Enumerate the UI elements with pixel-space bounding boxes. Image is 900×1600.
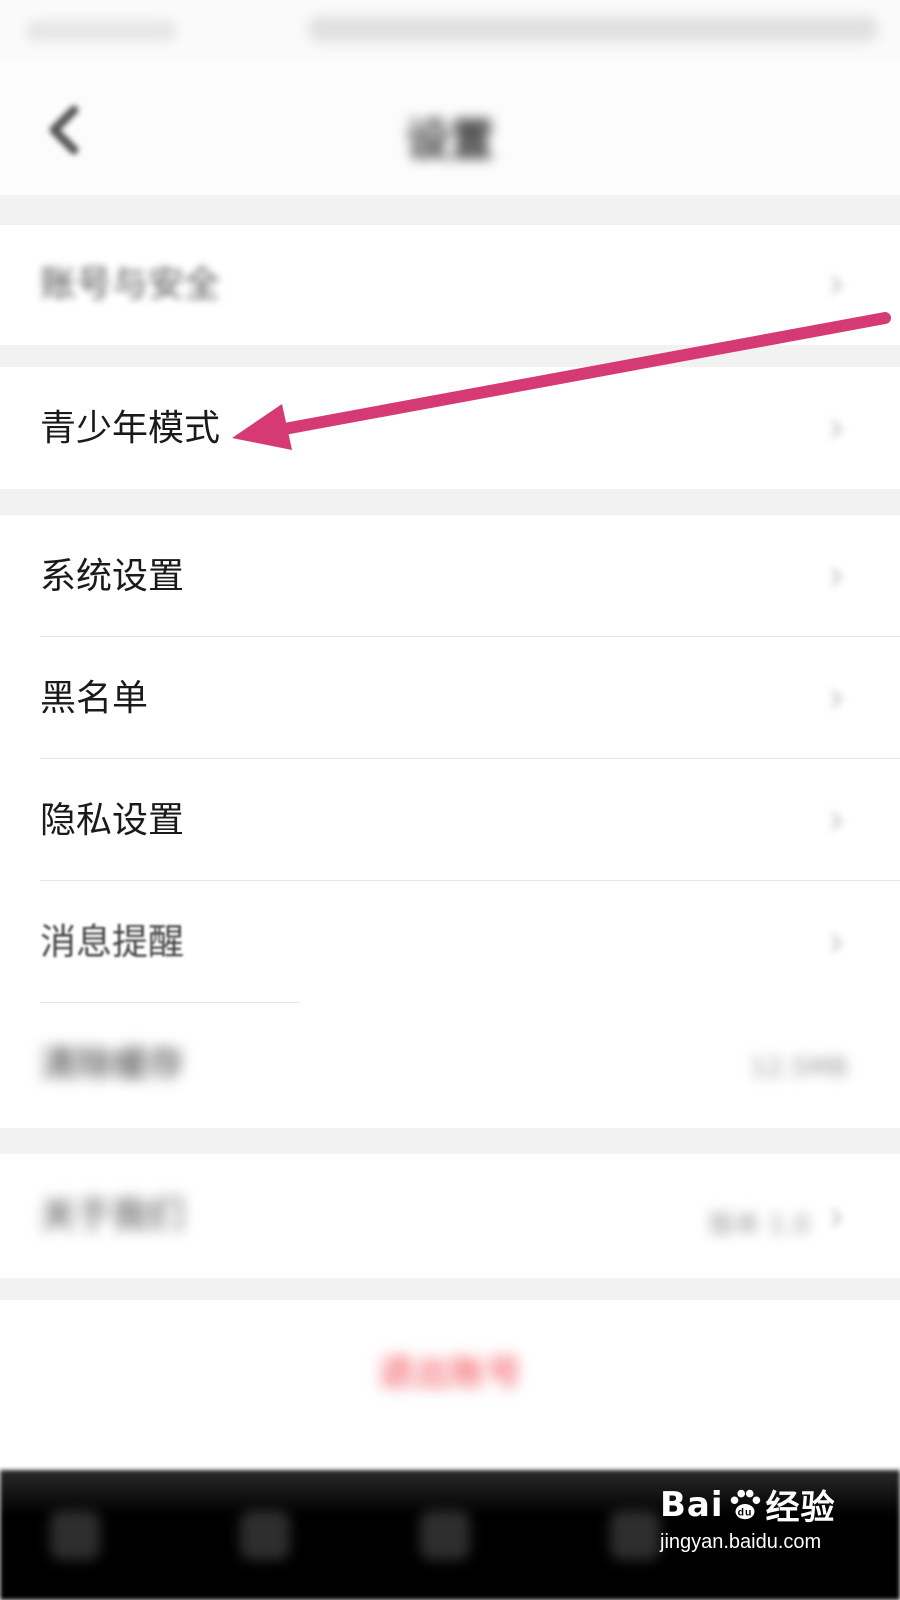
baidu-jingyan-watermark: Bai du 经验 jingyan.baidu.com [660, 1480, 850, 1554]
section-gap [0, 195, 900, 225]
settings-item-label: 青少年模式 [40, 408, 221, 449]
logout-button[interactable]: 退出账号 [0, 1344, 900, 1396]
chevron-right-icon [824, 687, 848, 711]
section-gap [0, 345, 900, 367]
nav-discover-icon[interactable] [240, 1510, 290, 1560]
settings-item-account-security[interactable]: 账号与安全 [0, 225, 900, 345]
settings-item-about-us[interactable]: 关于我们 版本 1.0 [0, 1154, 900, 1278]
chevron-right-icon [824, 809, 848, 833]
settings-item-blacklist[interactable]: 黑名单 [0, 637, 900, 759]
settings-item-privacy-settings[interactable]: 隐私设置 [0, 759, 900, 881]
nav-home-icon[interactable] [50, 1510, 100, 1560]
settings-item-label: 关于我们 [40, 1195, 185, 1236]
watermark-logo: Bai du 经验 [660, 1480, 850, 1529]
status-carrier-text [26, 20, 176, 42]
settings-item-system-settings[interactable]: 系统设置 [0, 515, 900, 637]
logout-area: 退出账号 [0, 1300, 900, 1470]
settings-item-label: 系统设置 [40, 556, 185, 597]
nav-message-icon[interactable] [610, 1510, 660, 1560]
status-icons [308, 16, 878, 42]
settings-item-clear-cache[interactable]: 清除缓存 12.5MB [0, 1003, 900, 1128]
status-bar [0, 0, 900, 60]
settings-item-label: 黑名单 [40, 678, 149, 719]
nav-add-icon[interactable] [420, 1510, 470, 1560]
cache-size-value: 12.5MB [749, 1053, 848, 1083]
chevron-right-icon [824, 565, 848, 589]
chevron-right-icon [824, 273, 848, 297]
watermark-logo-text-right: 经验 [765, 1488, 836, 1528]
settings-item-label: 消息提醒 [40, 922, 185, 963]
chevron-right-icon [824, 417, 848, 441]
chevron-right-icon [824, 931, 848, 955]
watermark-url: jingyan.baidu.com [660, 1531, 822, 1553]
section-gap [0, 1278, 900, 1300]
nav-bar: 设置 [0, 60, 900, 195]
paw-icon: du [730, 1489, 760, 1519]
settings-item-label: 清除缓存 [40, 1044, 185, 1085]
settings-item-label: 隐私设置 [40, 800, 185, 841]
settings-item-teen-mode[interactable]: 青少年模式 [0, 367, 900, 489]
watermark-logo-text-left: Bai [660, 1484, 724, 1525]
settings-item-label: 账号与安全 [40, 264, 221, 305]
page-title: 设置 [406, 115, 494, 166]
section-gap [0, 1128, 900, 1154]
version-value: 版本 1.0 [708, 1210, 810, 1240]
settings-item-message-notifications[interactable]: 消息提醒 [0, 881, 900, 1003]
chevron-right-icon [824, 1206, 848, 1230]
svg-text:du: du [737, 1507, 752, 1518]
section-gap [0, 489, 900, 515]
